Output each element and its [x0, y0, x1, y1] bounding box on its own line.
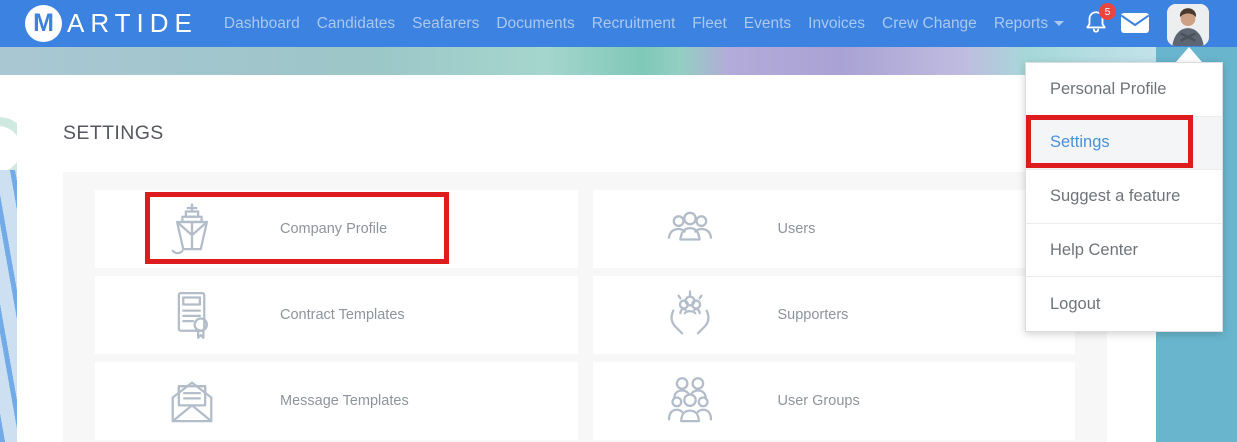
nav-item-reports[interactable]: Reports	[994, 15, 1065, 33]
nav-item-dashboard[interactable]: Dashboard	[224, 15, 300, 33]
menu-item-help-center[interactable]: Help Center	[1026, 223, 1222, 278]
settings-card-user-groups[interactable]: User Groups	[592, 362, 1075, 440]
martide-settings-page: M ARTIDE Dashboard Candidates Seafarers …	[0, 0, 1237, 442]
profile-dropdown-menu: Personal Profile Settings Suggest a feat…	[1025, 62, 1223, 332]
menu-item-suggest-a-feature[interactable]: Suggest a feature	[1026, 170, 1222, 224]
user-avatar[interactable]	[1167, 4, 1209, 46]
background-left-strip	[0, 75, 17, 442]
background-diagonal-stripes	[0, 170, 17, 442]
settings-card-label: Company Profile	[280, 221, 388, 237]
menu-item-logout[interactable]: Logout	[1026, 277, 1222, 331]
nav-item-candidates[interactable]: Candidates	[317, 15, 395, 33]
logo-wordmark: ARTIDE	[67, 8, 198, 38]
ship-icon	[164, 201, 220, 257]
contract-document-icon	[164, 287, 220, 343]
users-icon	[662, 201, 718, 257]
martide-logo[interactable]: M ARTIDE	[25, 5, 198, 42]
nav-item-recruitment[interactable]: Recruitment	[592, 15, 676, 33]
content-panel: SETTINGS Company Profile Users Contract …	[17, 75, 1155, 442]
main-nav: Dashboard Candidates Seafarers Documents…	[224, 15, 1065, 33]
open-envelope-icon	[164, 373, 220, 429]
settings-card-message-templates[interactable]: Message Templates	[95, 362, 578, 440]
menu-item-personal-profile[interactable]: Personal Profile	[1026, 63, 1222, 117]
nav-item-events[interactable]: Events	[744, 15, 791, 33]
logo-m-icon: M	[25, 5, 62, 42]
settings-card-label: Contract Templates	[280, 307, 405, 323]
page-title: SETTINGS	[63, 122, 164, 144]
nav-item-crew-change[interactable]: Crew Change	[882, 15, 977, 33]
people-group-icon	[662, 373, 718, 429]
nav-item-fleet[interactable]: Fleet	[692, 15, 726, 33]
settings-card-label: User Groups	[777, 393, 860, 409]
menu-item-settings[interactable]: Settings	[1026, 116, 1222, 171]
top-navigation-bar: M ARTIDE Dashboard Candidates Seafarers …	[0, 0, 1237, 47]
settings-card-label: Users	[777, 221, 816, 237]
nav-item-invoices[interactable]: Invoices	[808, 15, 865, 33]
settings-card-supporters[interactable]: Supporters	[592, 276, 1075, 354]
settings-card-company-profile[interactable]: Company Profile	[95, 190, 578, 268]
dropdown-arrow	[1176, 47, 1202, 62]
nav-item-documents[interactable]: Documents	[496, 15, 574, 33]
settings-card-label: Message Templates	[280, 393, 409, 409]
settings-grid: Company Profile Users Contract Templates…	[63, 172, 1107, 442]
settings-card-contract-templates[interactable]: Contract Templates	[95, 276, 578, 354]
messages-mail-icon[interactable]	[1120, 11, 1150, 35]
notification-count-badge: 5	[1099, 3, 1116, 20]
settings-card-users[interactable]: Users	[592, 190, 1075, 268]
nav-item-seafarers[interactable]: Seafarers	[412, 15, 479, 33]
settings-card-label: Supporters	[777, 307, 849, 323]
chevron-down-icon	[1054, 20, 1065, 26]
hands-holding-people-icon	[662, 287, 718, 343]
